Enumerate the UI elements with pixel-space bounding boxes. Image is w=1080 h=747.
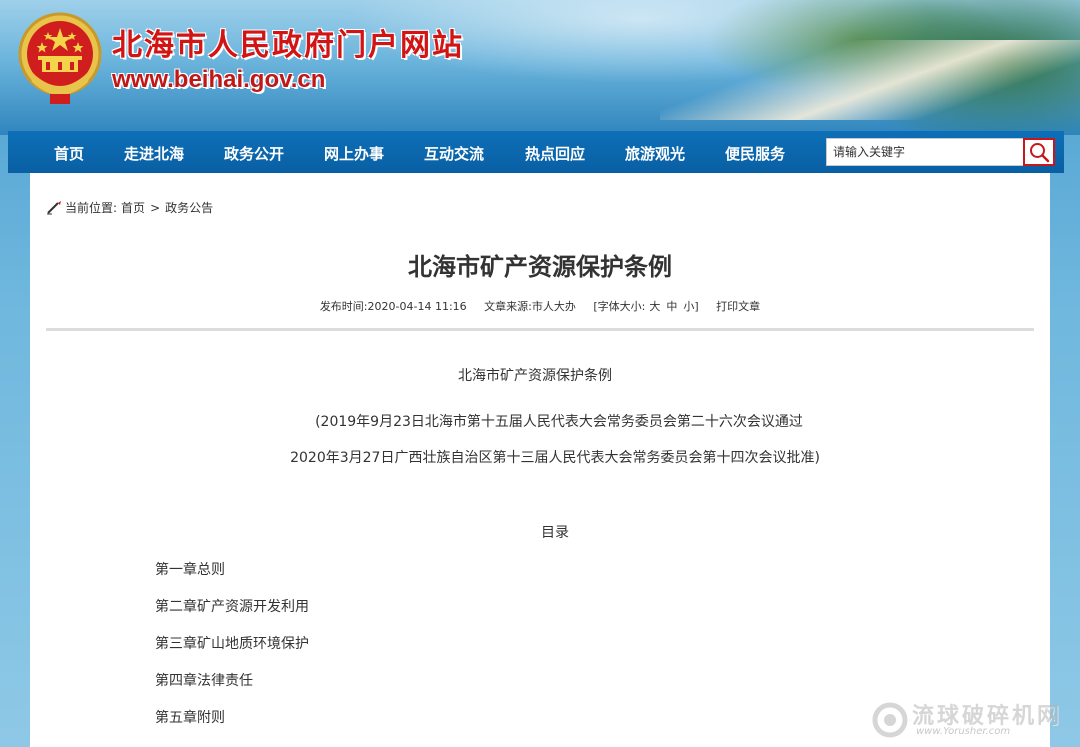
watermark-logo-icon: [872, 702, 908, 738]
nav-item-hot-responses[interactable]: 热点回应: [525, 143, 585, 164]
toc-item: 第四章法律责任: [155, 673, 253, 689]
font-size-small[interactable]: 小]: [683, 300, 698, 313]
article-source: 文章来源:市人大办: [484, 300, 576, 313]
toc-item: 第一章总则: [155, 562, 225, 578]
pen-icon: [47, 200, 61, 214]
search-icon: [1030, 143, 1050, 163]
search-button[interactable]: [1023, 138, 1055, 166]
main-nav: 首页 走进北海 政务公开 网上办事 互动交流 热点回应 旅游观光 便民服务: [8, 131, 1064, 173]
nav-item-about-beihai[interactable]: 走进北海: [124, 143, 184, 164]
nav-item-home[interactable]: 首页: [54, 143, 84, 164]
breadcrumb-current-link[interactable]: 政务公告: [165, 199, 213, 216]
nav-item-tourism[interactable]: 旅游观光: [625, 143, 685, 164]
breadcrumb-prefix: 当前位置:: [65, 201, 118, 215]
banner-shoreline: [660, 40, 1080, 120]
header-banner: 北海市人民政府门户网站 www.beihai.gov.cn: [0, 0, 1080, 135]
watermark-url: www.Yorusher.com: [916, 726, 1011, 737]
nav-item-public-services[interactable]: 便民服务: [725, 143, 785, 164]
nav-item-interaction[interactable]: 互动交流: [424, 143, 484, 164]
toc-item: 第三章矿山地质环境保护: [155, 636, 309, 652]
font-size-label: [字体大小:: [593, 300, 646, 313]
publish-time: 发布时间:2020-04-14 11:16: [319, 300, 467, 313]
search-box: [826, 138, 1055, 166]
site-url: www.beihai.gov.cn: [112, 66, 326, 93]
font-size-medium[interactable]: 中: [666, 300, 677, 313]
article-meta: 发布时间:2020-04-14 11:16 文章来源:市人大办 [字体大小: 大中…: [30, 298, 1050, 314]
watermark: 流球破碎机网 www.Yorusher.com: [868, 694, 1074, 744]
nav-item-online-services[interactable]: 网上办事: [324, 143, 384, 164]
breadcrumb: 当前位置: 首页 > 政务公告: [46, 199, 213, 216]
breadcrumb-separator: >: [150, 200, 161, 215]
toc-item: 第五章附则: [155, 710, 225, 726]
article-title: 北海市矿产资源保护条例: [408, 253, 672, 281]
title-divider: [46, 328, 1034, 331]
font-size-large[interactable]: 大: [649, 300, 660, 313]
breadcrumb-home-link[interactable]: 首页: [121, 199, 145, 216]
search-input[interactable]: [827, 139, 1022, 165]
toc-heading: 目录: [541, 525, 569, 541]
toc-item: 第二章矿产资源开发利用: [155, 599, 309, 615]
nav-item-government-affairs[interactable]: 政务公开: [224, 143, 284, 164]
site-title: 北海市人民政府门户网站: [112, 28, 464, 63]
adoption-line-1: (2019年9月23日北海市第十五届人民代表大会常务委员会第二十六次会议通过: [315, 414, 803, 430]
doc-title: 北海市矿产资源保护条例: [458, 368, 612, 384]
content-panel: 当前位置: 首页 > 政务公告 北海市矿产资源保护条例 发布时间:2020-04…: [30, 173, 1050, 747]
national-emblem-icon: [18, 12, 102, 104]
adoption-line-2: 2020年3月27日广西壮族自治区第十三届人民代表大会常务委员会第十四次会议批准…: [290, 450, 820, 466]
print-article-link[interactable]: 打印文章: [716, 300, 760, 313]
